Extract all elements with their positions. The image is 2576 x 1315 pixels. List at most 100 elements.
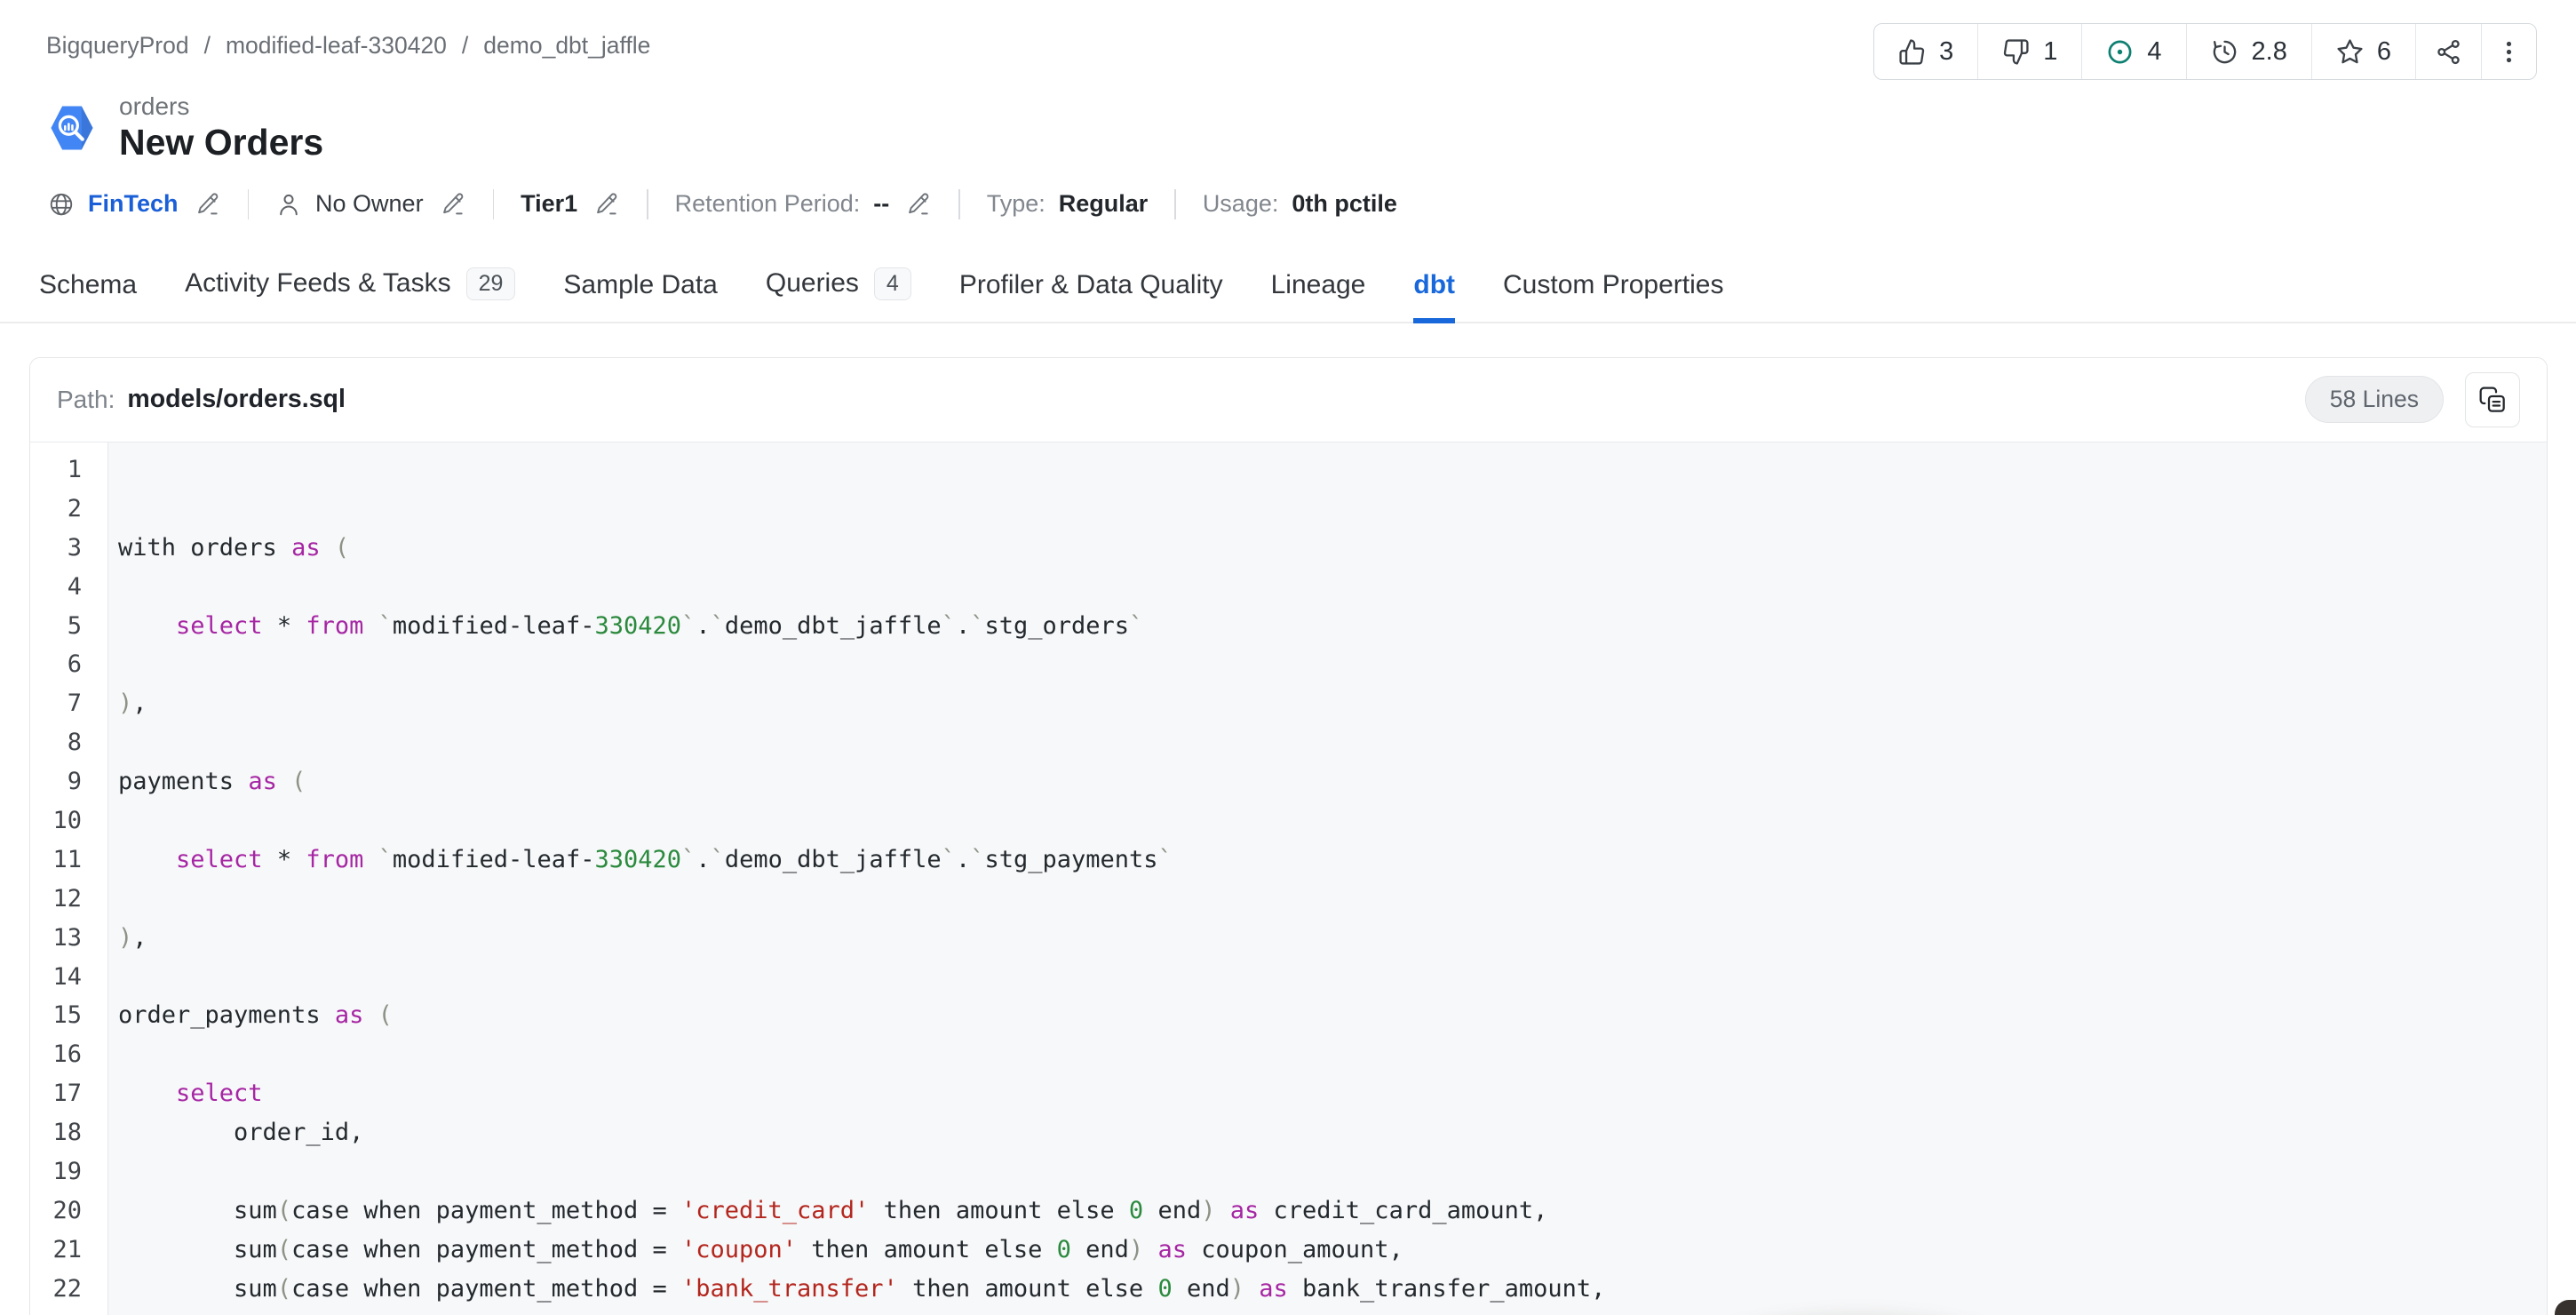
follower-count: 6	[2376, 36, 2391, 66]
code-line: 10	[30, 801, 2547, 841]
code-line: 17 select	[30, 1074, 2547, 1113]
tab-label: dbt	[1413, 269, 1456, 299]
more-options-button[interactable]	[2482, 24, 2536, 79]
open-tasks-count: 4	[2147, 36, 2162, 66]
line-number: 16	[52, 1040, 82, 1069]
code-line: 14	[30, 957, 2547, 996]
path-label: Path:	[57, 385, 115, 413]
divider	[247, 188, 250, 219]
divider	[1174, 188, 1176, 219]
line-count-badge: 58 Lines	[2304, 376, 2444, 424]
tab-custom-properties[interactable]: Custom Properties	[1503, 270, 1723, 322]
edit-owner-icon[interactable]	[441, 191, 466, 217]
code-line: 16	[30, 1035, 2547, 1074]
tab-bar: Schema Activity Feeds & Tasks 29 Sample D…	[0, 267, 2576, 323]
open-tasks-button[interactable]: 4	[2082, 24, 2187, 79]
tab-queries[interactable]: Queries 4	[766, 267, 911, 322]
edit-domain-icon[interactable]	[195, 191, 221, 217]
tab-dbt[interactable]: dbt	[1413, 269, 1456, 323]
copy-icon	[2479, 387, 2505, 412]
code-panel-header: Path: models/orders.sql 58 Lines	[30, 357, 2547, 442]
tab-profiler[interactable]: Profiler & Data Quality	[959, 270, 1223, 322]
line-number: 2	[67, 494, 82, 522]
follow-button[interactable]: 6	[2312, 24, 2416, 79]
tab-sample-data[interactable]: Sample Data	[563, 270, 717, 322]
version-number: 2.8	[2251, 36, 2287, 66]
line-number: 4	[67, 572, 82, 601]
code-text: with orders as (	[118, 533, 350, 562]
type-item: Type: Regular	[987, 190, 1149, 218]
edit-retention-icon[interactable]	[906, 191, 932, 217]
domain-link[interactable]: FinTech	[88, 190, 179, 218]
code-line: 1	[30, 450, 2547, 490]
usage-item: Usage: 0th pctile	[1203, 190, 1397, 218]
tab-count-badge: 29	[465, 267, 516, 300]
code-text: sum(case when payment_method = 'bank_tra…	[118, 1274, 1606, 1303]
tab-activity-feeds[interactable]: Activity Feeds & Tasks 29	[185, 267, 516, 322]
top-bar: BigqueryProd / modified-leaf-330420 / de…	[0, 0, 2576, 80]
code-lines: 1 2 3 with orders as (4 5 select * from `mod…	[30, 450, 2547, 1309]
code-line: 5 select * from `modified-leaf-330420`.`…	[30, 606, 2547, 645]
code-text: ),	[118, 689, 147, 718]
sql-code-viewer[interactable]: 1 2 3 with orders as (4 5 select * from `mod…	[30, 442, 2547, 1315]
page-title: New Orders	[119, 122, 324, 163]
code-text: order_id,	[118, 1119, 364, 1147]
bigquery-logo-icon	[51, 106, 93, 150]
tab-label: Lineage	[1270, 269, 1366, 299]
code-line: 12	[30, 879, 2547, 918]
code-line: 2	[30, 489, 2547, 528]
code-text: order_payments as (	[118, 1001, 393, 1030]
edit-tier-icon[interactable]	[594, 191, 620, 217]
code-line: 18 order_id,	[30, 1113, 2547, 1152]
upvote-button[interactable]: 3	[1874, 24, 1979, 79]
thumbs-down-icon	[2004, 38, 2029, 65]
line-number: 10	[52, 807, 82, 835]
code-line: 19	[30, 1152, 2547, 1191]
tab-label: Sample Data	[563, 269, 718, 299]
breadcrumb-item-schema[interactable]: demo_dbt_jaffle	[483, 32, 650, 60]
user-icon	[280, 194, 298, 215]
code-line: 3 with orders as (	[30, 528, 2547, 567]
code-text: select * from `modified-leaf-330420`.`de…	[176, 845, 1173, 873]
tab-label: Profiler & Data Quality	[958, 269, 1223, 299]
line-number: 7	[67, 689, 82, 718]
line-number: 1	[67, 456, 82, 483]
version-history-button[interactable]: 2.8	[2187, 24, 2312, 79]
tier-value: Tier1	[521, 190, 578, 218]
entity-name: orders	[119, 92, 190, 120]
usage-value: 0th pctile	[1292, 190, 1397, 218]
usage-label: Usage:	[1202, 190, 1279, 218]
share-button[interactable]	[2416, 24, 2482, 79]
history-clock-icon	[2213, 40, 2236, 63]
line-number: 22	[52, 1274, 82, 1303]
line-number: 13	[52, 923, 82, 952]
breadcrumb-separator: /	[461, 32, 469, 59]
code-line: 8	[30, 723, 2547, 762]
copy-code-button[interactable]	[2465, 371, 2520, 427]
tab-schema[interactable]: Schema	[39, 270, 137, 322]
line-number: 9	[67, 768, 82, 796]
line-number: 17	[52, 1080, 82, 1108]
thumbs-up-icon	[1899, 38, 1925, 65]
tab-label: Activity Feeds & Tasks	[185, 268, 451, 299]
star-icon	[2337, 38, 2363, 63]
divider	[958, 188, 960, 219]
line-number: 5	[67, 611, 82, 640]
line-number: 19	[52, 1158, 82, 1186]
tier-item: Tier1	[521, 190, 620, 218]
tab-label: Queries	[765, 268, 859, 299]
code-text: ),	[118, 923, 147, 952]
code-line: 20 sum(case when payment_method = 'credi…	[30, 1191, 2547, 1230]
code-line: 21 sum(case when payment_method = 'coupo…	[30, 1230, 2547, 1269]
breadcrumb-item-service[interactable]: BigqueryProd	[46, 32, 189, 60]
breadcrumb-separator: /	[203, 32, 211, 59]
tab-lineage[interactable]: Lineage	[1271, 270, 1366, 322]
downvote-button[interactable]: 1	[1978, 24, 2083, 79]
tab-label: Schema	[39, 269, 138, 299]
tab-count-badge: 4	[873, 267, 911, 300]
entity-titles: orders New Orders	[119, 92, 323, 164]
owner-value: No Owner	[315, 190, 424, 218]
breadcrumb-item-database[interactable]: modified-leaf-330420	[226, 32, 447, 60]
entity-header: orders New Orders	[0, 80, 2576, 164]
divider	[647, 188, 648, 219]
